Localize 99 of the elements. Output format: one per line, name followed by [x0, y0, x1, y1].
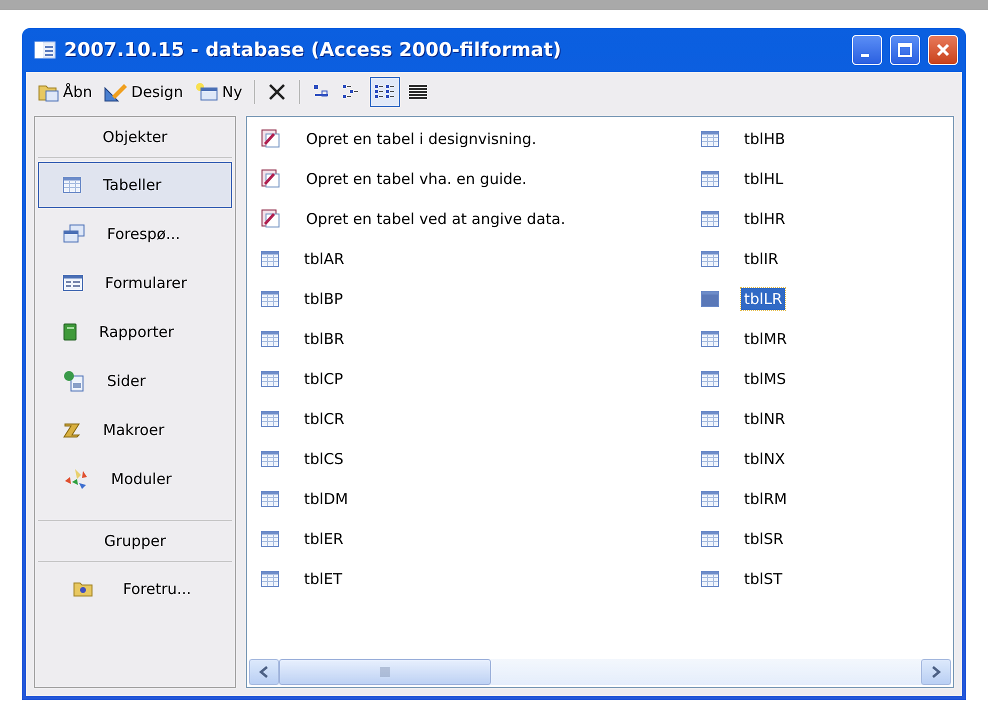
- database-icon: [34, 40, 56, 60]
- section-header: Objekter: [38, 117, 232, 158]
- minimize-icon: [861, 54, 869, 56]
- sidebar-item-label: Formularer: [105, 274, 187, 292]
- table-icon: [261, 411, 279, 427]
- list-item[interactable]: tblCR: [301, 408, 348, 430]
- table-icon: [701, 451, 719, 467]
- list-view-icon: [374, 84, 396, 100]
- list-item[interactable]: tblSR: [741, 528, 787, 550]
- ruler-pencil-icon: [104, 82, 128, 102]
- sidebar-item[interactable]: Makroer: [38, 407, 232, 453]
- list-item[interactable]: tblBR: [301, 328, 348, 350]
- chevron-right-icon: [931, 666, 941, 678]
- list-item[interactable]: tblET: [301, 568, 346, 590]
- new-button[interactable]: Ny: [191, 77, 246, 107]
- wizard-icon: [261, 129, 281, 149]
- list-item[interactable]: tblHL: [741, 168, 786, 190]
- sidebar-item[interactable]: Foretru...: [38, 566, 232, 612]
- sidebar-item[interactable]: Forespø...: [38, 211, 232, 257]
- sidebar-item[interactable]: Formularer: [38, 260, 232, 306]
- table-icon: [261, 571, 279, 587]
- table-icon: [261, 371, 279, 387]
- list-item[interactable]: tblAR: [301, 248, 348, 270]
- sidebar-item-label: Moduler: [111, 470, 172, 488]
- list-item[interactable]: tblCP: [301, 368, 346, 390]
- table-icon: [701, 131, 719, 147]
- table-icon: [701, 531, 719, 547]
- new-table-icon: [195, 82, 220, 102]
- horizontal-scrollbar[interactable]: [249, 658, 951, 685]
- scroll-left-button[interactable]: [249, 659, 279, 685]
- sidebar-item-label: Tabeller: [103, 176, 162, 194]
- section-header: Grupper: [38, 520, 232, 562]
- sidebar-item[interactable]: Sider: [38, 358, 232, 404]
- list-item[interactable]: tblER: [301, 528, 346, 550]
- wizard-icon: [261, 209, 281, 229]
- list-item[interactable]: tblMS: [741, 368, 790, 390]
- list-item[interactable]: Opret en tabel vha. en guide.: [303, 168, 530, 190]
- list-item[interactable]: tblRM: [741, 488, 790, 510]
- list-item[interactable]: tblLR: [741, 288, 786, 310]
- window-title: 2007.10.15 - database (Access 2000-filformat): [64, 39, 562, 61]
- large-icons-icon: [312, 85, 330, 99]
- scroll-thumb[interactable]: [279, 659, 491, 685]
- list-item[interactable]: Opret en tabel ved at angive data.: [303, 208, 568, 230]
- table-icon: [261, 451, 279, 467]
- folder-star-icon: [73, 581, 93, 597]
- table-icon: [261, 251, 279, 267]
- list-item[interactable]: tblST: [741, 568, 786, 590]
- list-item[interactable]: tblHB: [741, 128, 788, 150]
- table-icon: [701, 211, 719, 227]
- sidebar-item-label: Makroer: [103, 421, 164, 439]
- sidebar-item-label: Forespø...: [107, 225, 180, 243]
- details-view-icon: [408, 84, 428, 100]
- sidebar-item-label: Sider: [107, 372, 146, 390]
- list-item[interactable]: tblMR: [741, 328, 790, 350]
- close-icon: [936, 43, 950, 57]
- table-icon: [63, 177, 81, 193]
- table-icon: [701, 571, 719, 587]
- design-button[interactable]: Design: [100, 77, 188, 107]
- table-icon: [701, 251, 719, 267]
- table-icon: [261, 531, 279, 547]
- sidebar-item-label: Rapporter: [99, 323, 174, 341]
- table-icon: [701, 171, 719, 187]
- table-icon: [261, 331, 279, 347]
- sidebar-item[interactable]: Rapporter: [38, 309, 232, 355]
- table-icon: [701, 371, 719, 387]
- list-item[interactable]: Opret en tabel i designvisning.: [303, 128, 540, 150]
- notebook-icon: [63, 323, 77, 341]
- table-icon: [261, 291, 279, 307]
- list-item[interactable]: tblNR: [741, 408, 788, 430]
- stacked-tables-icon: [63, 224, 85, 244]
- close-button[interactable]: [928, 35, 958, 65]
- scroll-right-button[interactable]: [921, 659, 951, 685]
- sidebar-item[interactable]: Moduler: [38, 456, 232, 502]
- open-button[interactable]: Åbn: [34, 77, 96, 107]
- delete-icon: [267, 82, 288, 102]
- wizard-icon: [261, 169, 281, 189]
- sidebar-item[interactable]: Tabeller: [38, 162, 232, 208]
- table-icon: [701, 491, 719, 507]
- list-item[interactable]: tblCS: [301, 448, 347, 470]
- table-icon: [701, 291, 719, 307]
- maximize-icon: [898, 43, 912, 57]
- globe-page-icon: [63, 370, 85, 392]
- list-item[interactable]: tblNX: [741, 448, 788, 470]
- table-icon: [701, 331, 719, 347]
- grip-icon: [380, 667, 390, 677]
- form-icon: [63, 275, 83, 291]
- list-item[interactable]: tblBP: [301, 288, 346, 310]
- list-item[interactable]: tblDM: [301, 488, 352, 510]
- view-button[interactable]: [370, 77, 400, 107]
- scroll-icon: [63, 422, 81, 438]
- table-icon: [261, 491, 279, 507]
- maximize-button[interactable]: [890, 35, 920, 65]
- modules-icon: [63, 467, 89, 491]
- list-item[interactable]: tblHR: [741, 208, 788, 230]
- chevron-left-icon: [259, 666, 269, 678]
- list-item[interactable]: tblIR: [741, 248, 782, 270]
- minimize-button[interactable]: [852, 35, 882, 65]
- table-icon: [701, 411, 719, 427]
- sidebar-item-label: Foretru...: [123, 580, 192, 598]
